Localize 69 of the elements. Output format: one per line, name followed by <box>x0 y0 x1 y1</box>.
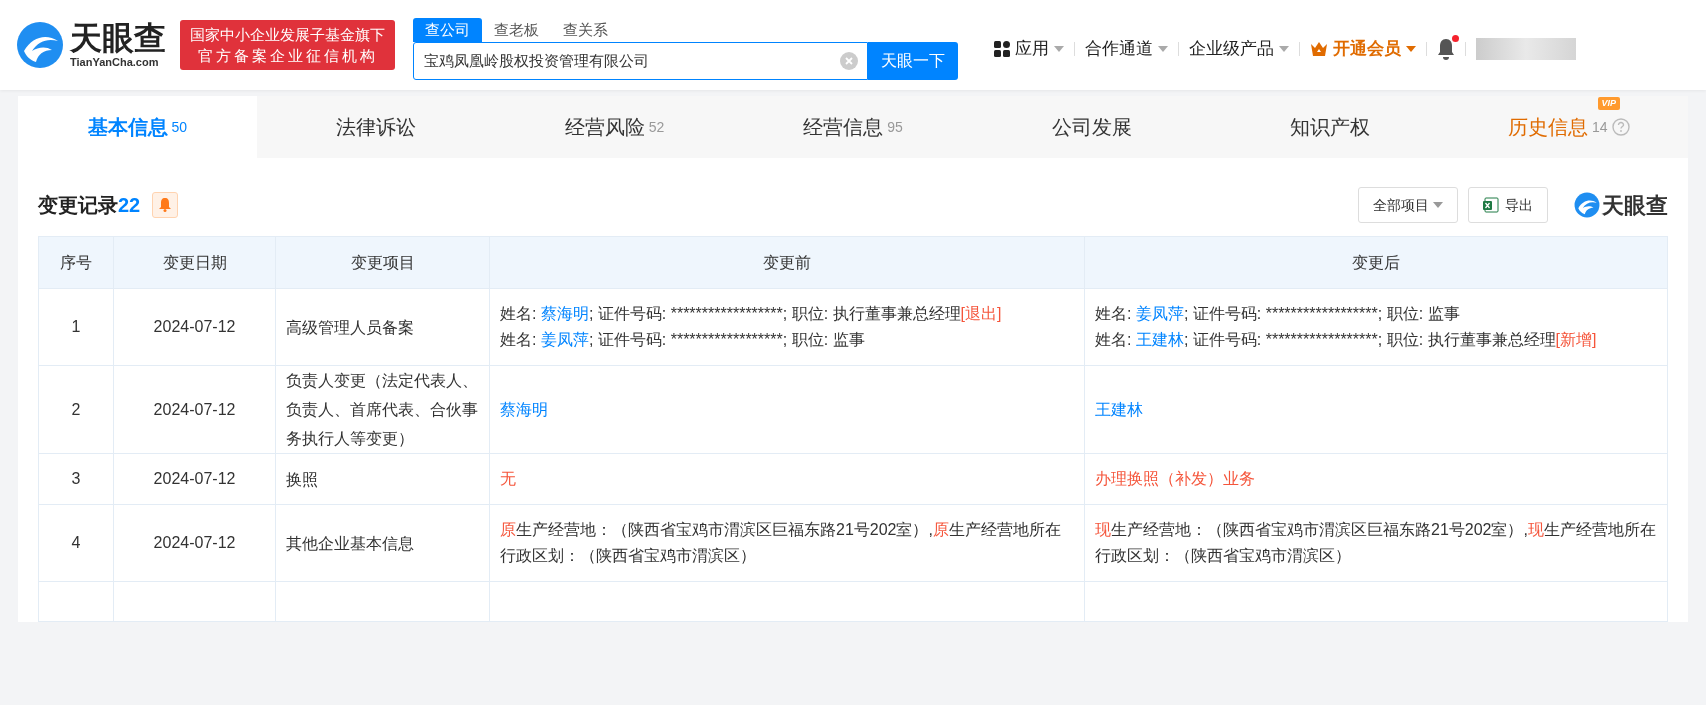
change-text: 原生产经营地：（陕西省宝鸡市渭滨区巨福东路21号202室）,原生产经营地所在行政区划：（陕西省宝鸡市渭滨区） <box>500 520 1062 566</box>
change-text: 姓名: 姜凤萍; 证件号码: ******************; 职位: 监事 <box>500 330 866 350</box>
brand-name: 天眼查 <box>1602 191 1668 220</box>
nav-menu[interactable]: 企业级产品 <box>1189 36 1289 62</box>
banner-text: 官方备案企业征信机构 <box>197 46 378 66</box>
section-tab[interactable]: 知识产权 <box>1210 96 1450 158</box>
search-field[interactable]: 宝鸡凤凰岭股权投资管理有限公司 <box>413 42 868 80</box>
search-button[interactable]: 天眼一下 <box>868 42 958 80</box>
change-text: 办理换照（补发）业务 <box>1095 469 1256 489</box>
column-header: 变更项目 <box>275 236 490 289</box>
section-tab[interactable]: 公司发展 <box>972 96 1211 158</box>
vip-badge: VIP <box>1597 97 1621 110</box>
apps-icon <box>994 41 1010 57</box>
change-text: 现生产经营地：（陕西省宝鸡市渭滨区巨福东路21号202室）,现生产经营地所在行政区划：（陕西省宝鸡市渭滨区） <box>1095 520 1657 566</box>
section-tab[interactable]: 基本信息 50 <box>18 96 257 158</box>
banner-text: 国家中小企业发展子基金旗下 <box>190 25 385 45</box>
table-cell: 换照 <box>275 453 490 505</box>
person-link[interactable]: 蔡海明 <box>500 400 548 418</box>
table-cell: 负责人变更（法定代表人、负责人、首席代表、合伙事务执行人等变更） <box>275 365 490 454</box>
column-header: 序号 <box>38 236 114 289</box>
table-cell: 高级管理人员备案 <box>275 288 490 366</box>
search-tab[interactable]: 查老板 <box>482 18 551 42</box>
eye-logo-icon <box>16 21 64 69</box>
nav-menu[interactable]: 应用 <box>994 36 1064 62</box>
search-tab[interactable]: 查公司 <box>413 18 482 42</box>
person-link[interactable]: 王建林 <box>1095 400 1143 418</box>
table-cell: 4 <box>38 504 114 582</box>
clear-icon[interactable] <box>840 52 858 70</box>
change-text: 姓名: 蔡海明; 证件号码: ******************; 职位: 执行董事兼总经理[退出] <box>500 304 1003 324</box>
table-cell: 2024-07-12 <box>113 504 276 582</box>
caret-icon <box>1158 46 1168 52</box>
person-link[interactable]: 王建林 <box>1135 331 1184 348</box>
table-cell: 其他企业基本信息 <box>275 504 490 582</box>
export-button[interactable]: 导出 <box>1468 187 1548 223</box>
person-link[interactable]: 姜凤萍 <box>1135 305 1184 322</box>
crown-icon <box>1310 41 1328 57</box>
search-tab[interactable]: 查关系 <box>551 18 620 42</box>
bell-icon[interactable] <box>1437 38 1455 60</box>
person-link[interactable]: 姜凤萍 <box>540 331 589 348</box>
column-header: 变更前 <box>489 236 1085 289</box>
section-tab[interactable]: 法律诉讼 <box>256 96 496 158</box>
bell-icon <box>159 198 172 212</box>
nav-menu[interactable]: 合作通道 <box>1085 36 1168 62</box>
brand-domain: TianYanCha.com <box>70 57 160 68</box>
eye-logo-icon <box>1574 192 1600 218</box>
change-text: 姓名: 姜凤萍; 证件号码: ******************; 职位: 监事 <box>1095 304 1461 324</box>
section-title: 变更记录22 <box>38 193 141 218</box>
table-cell: 3 <box>38 453 114 505</box>
change-text: 姓名: 王建林; 证件号码: ******************; 职位: 执行董事兼总经理[新增] <box>1095 330 1598 350</box>
table-cell: 2024-07-12 <box>113 288 276 366</box>
caret-icon <box>1054 46 1064 52</box>
table-cell: 2 <box>38 365 114 454</box>
subscribe-button[interactable] <box>152 192 179 218</box>
spreadsheet-icon <box>1483 197 1499 213</box>
table-cell: 2024-07-12 <box>113 365 276 454</box>
caret-icon <box>1406 46 1416 52</box>
table-cell: 2024-07-12 <box>113 453 276 505</box>
filter-dropdown[interactable]: 全部项目 <box>1358 187 1458 223</box>
caret-icon <box>1279 46 1289 52</box>
brand-name: 天眼查 <box>70 22 166 54</box>
change-text: 无 <box>500 469 517 489</box>
person-link[interactable]: 蔡海明 <box>540 305 589 322</box>
help-icon <box>1611 118 1630 136</box>
section-tab[interactable]: 经营信息 95 <box>733 96 973 158</box>
table-cell: 1 <box>38 288 114 366</box>
caret-icon <box>1433 202 1443 208</box>
column-header: 变更后 <box>1084 236 1668 289</box>
section-tab[interactable]: 经营风险 52 <box>495 96 734 158</box>
column-header: 变更日期 <box>113 236 276 289</box>
